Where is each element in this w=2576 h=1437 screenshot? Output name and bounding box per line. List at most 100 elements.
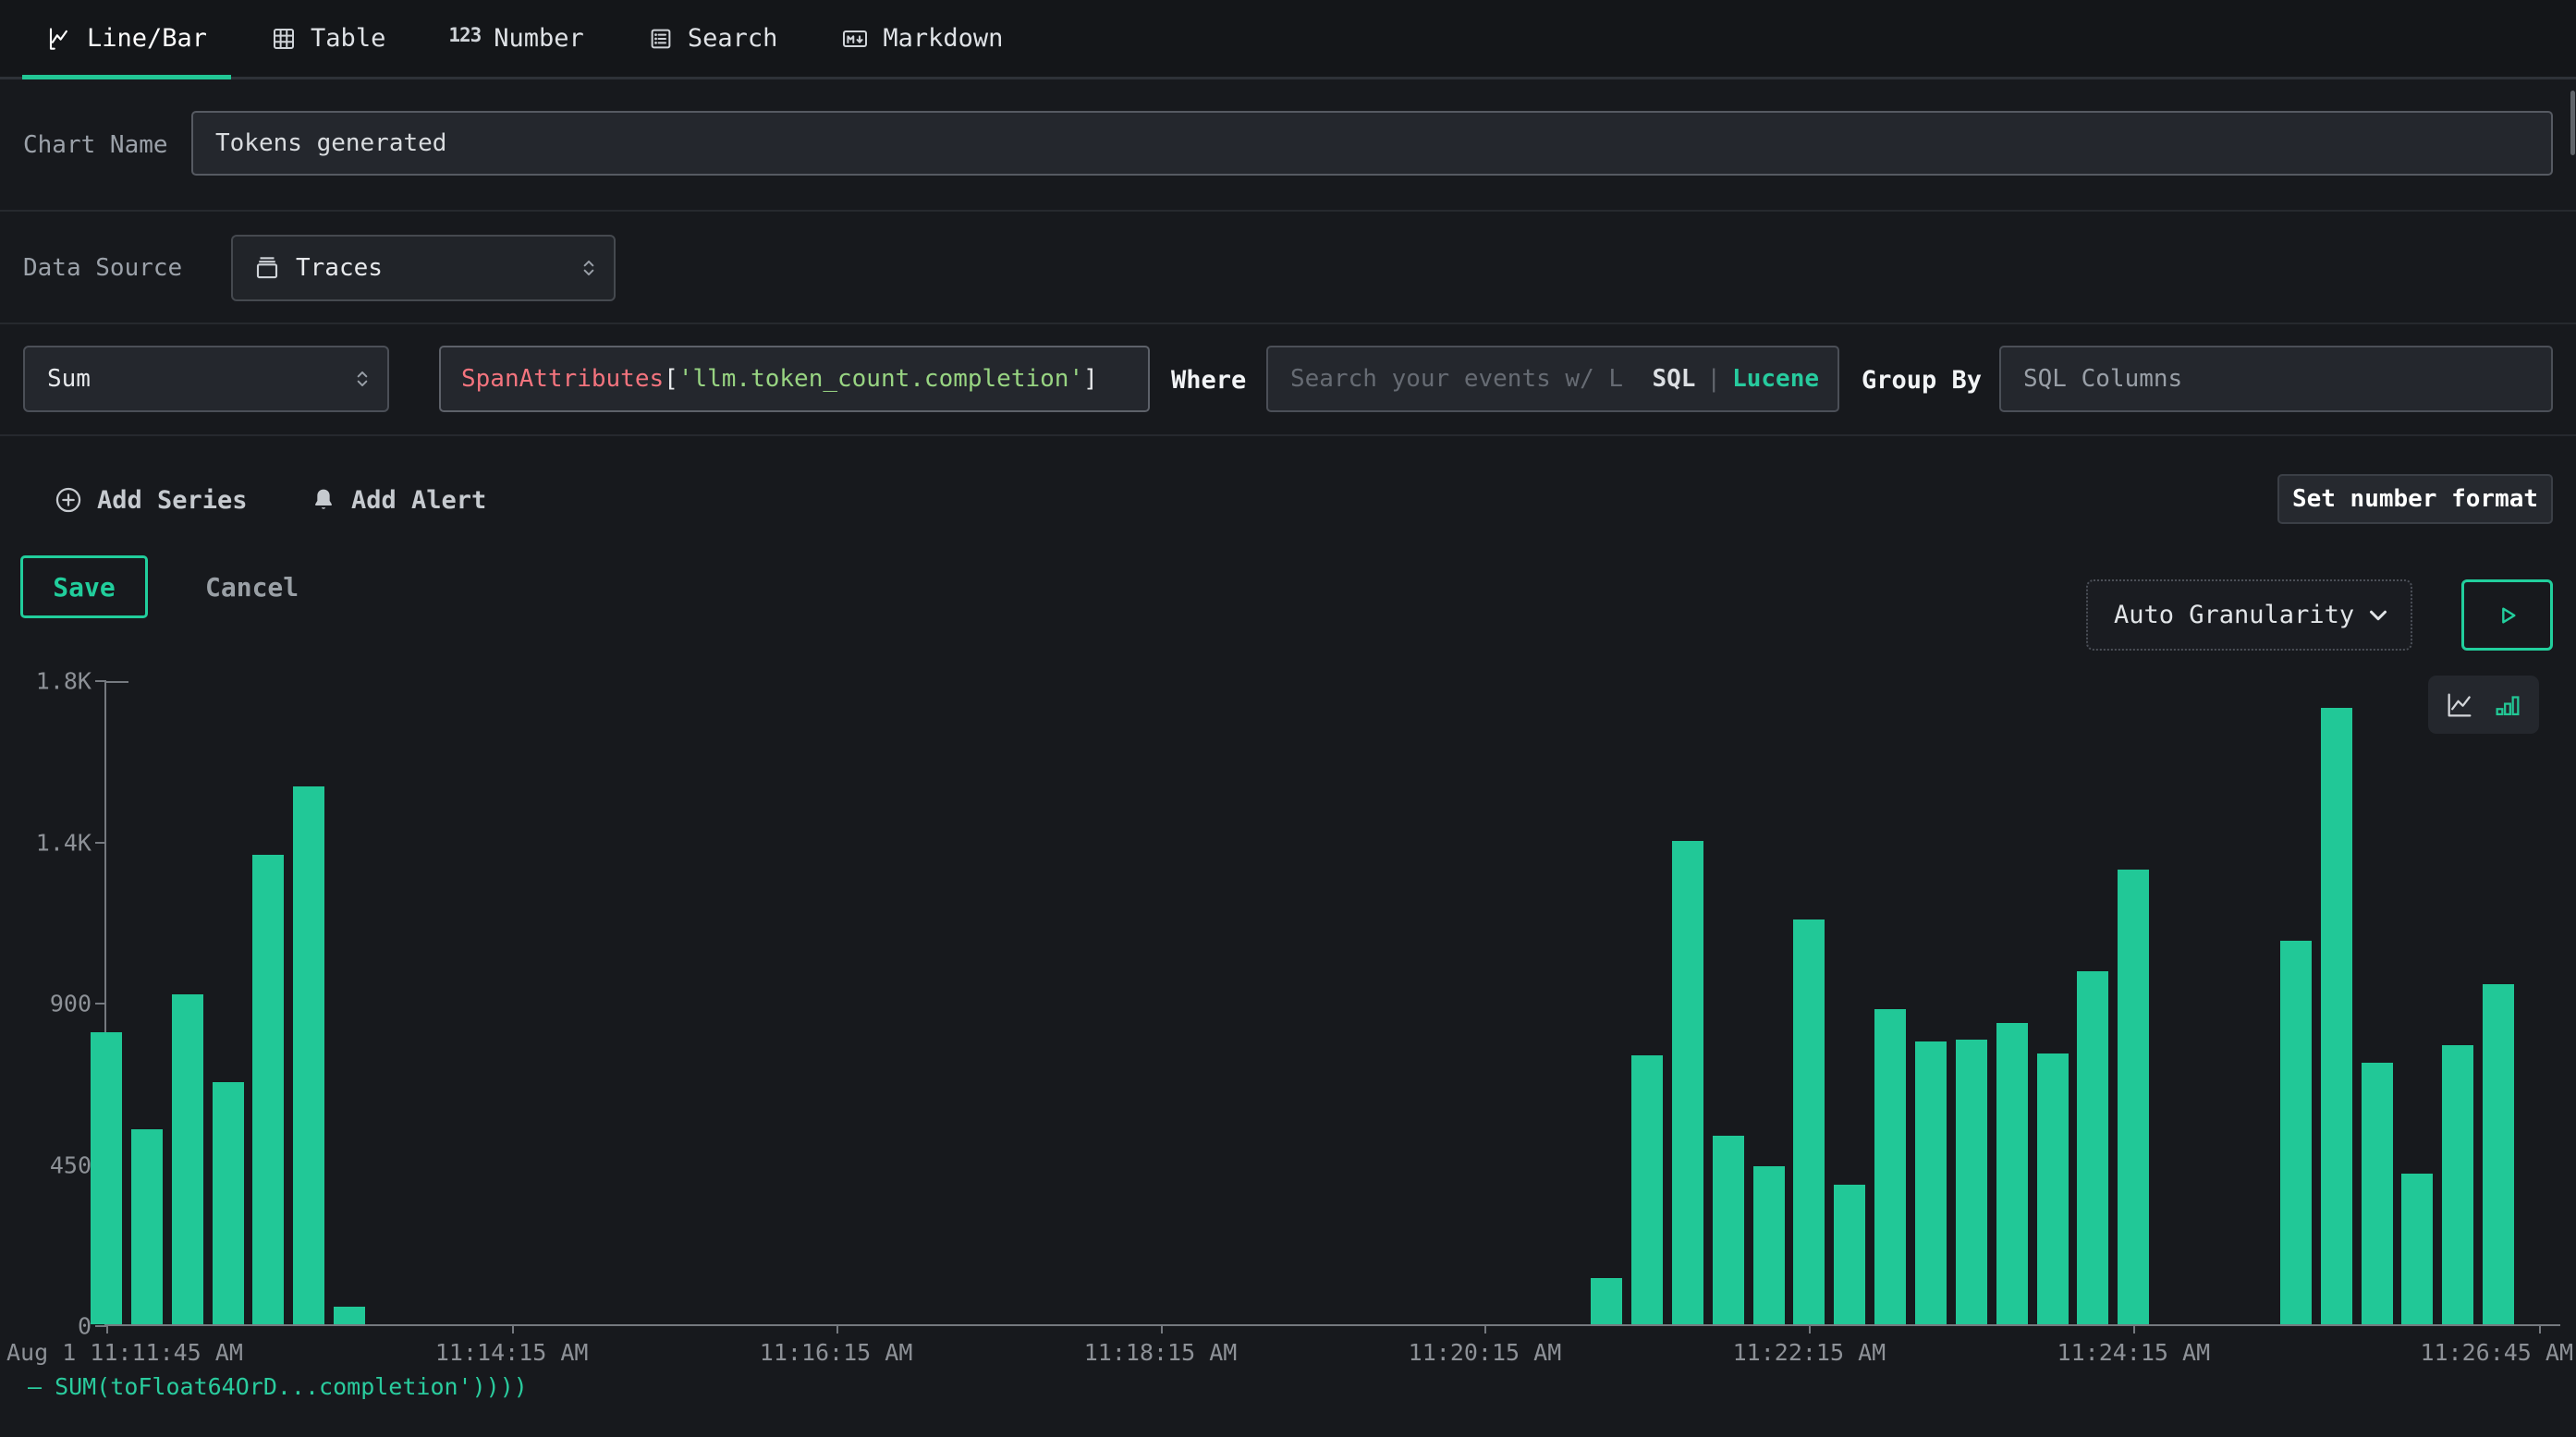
bar-11-22-45- [1874, 1009, 1906, 1324]
bar-11-26-00- [2401, 1174, 2433, 1324]
play-icon [2493, 601, 2522, 630]
granularity-value: Auto Granularity [2114, 601, 2354, 629]
x-axis-label: Aug 1 11:11:45 AM [6, 1339, 243, 1366]
tab-label: Number [494, 24, 584, 53]
bar-11-12-45- [252, 855, 284, 1324]
granularity-select[interactable]: Auto Granularity [2086, 579, 2412, 651]
sql-toggle[interactable]: SQL [1652, 365, 1695, 393]
tab-markdown[interactable]: Markdown [816, 0, 1027, 77]
y-axis-label: 450 [50, 1151, 92, 1178]
x-axis-label: 11:24:15 AM [2057, 1339, 2211, 1366]
tab-number[interactable]: 123Number [424, 0, 607, 77]
field-argument: 'llm.token_count.completion' [678, 365, 1083, 393]
bar-11-11-45- [91, 1032, 122, 1324]
y-axis-label: 1.4K [36, 829, 92, 856]
query-language-toggle: SQL | Lucene [1639, 349, 1836, 408]
x-axis-label: 11:18:15 AM [1084, 1339, 1238, 1366]
x-axis-tick [2539, 1324, 2541, 1333]
bar-11-21-45- [1713, 1136, 1744, 1324]
where-label: Where [1171, 366, 1246, 395]
run-query-button[interactable] [2461, 579, 2553, 651]
y-axis-tick [95, 1003, 106, 1005]
bar-chart-plot: 04509001.4K1.8KAug 1 11:11:45 AM11:14:15… [104, 681, 2560, 1326]
bar-11-13-15- [334, 1307, 365, 1324]
table-icon [270, 25, 298, 53]
bar-11-23-30- [1996, 1023, 2028, 1324]
bell-icon [309, 485, 338, 515]
y-axis-tick [95, 680, 106, 682]
y-axis-label: 0 [78, 1313, 92, 1340]
tab-label: Line/Bar [87, 24, 207, 53]
divider [0, 434, 2576, 436]
bar-11-23-00- [1915, 1041, 1947, 1324]
x-axis-label: 11:14:15 AM [435, 1339, 589, 1366]
chart-builder-page: Line/Bar Table 123Number Search Markdown Cha… [0, 0, 2576, 1437]
x-axis-tick [2133, 1324, 2135, 1333]
field-function: SpanAttributes [461, 365, 664, 393]
field-bracket-close: ] [1083, 365, 1098, 393]
tab-label: Search [688, 24, 778, 53]
tab-line-bar[interactable]: Line/Bar [22, 0, 231, 77]
data-source-label: Data Source [23, 254, 182, 282]
bar-11-22-30- [1834, 1185, 1865, 1324]
add-alert-label: Add Alert [351, 486, 486, 515]
cancel-button[interactable]: Cancel [205, 572, 299, 603]
x-axis-label: 11:16:15 AM [760, 1339, 913, 1366]
lucene-toggle[interactable]: Lucene [1732, 365, 1819, 393]
y-axis-top-tick [106, 681, 128, 683]
x-axis-tick [1161, 1324, 1163, 1333]
markdown-icon [840, 24, 870, 54]
bar-11-12-30- [213, 1082, 244, 1324]
x-axis-label: 11:20:15 AM [1409, 1339, 1562, 1366]
aggregation-operator-select[interactable]: Sum [23, 346, 389, 412]
tab-label: Table [311, 24, 385, 53]
chevron-updown-icon [577, 256, 601, 280]
bar-11-22-15- [1793, 919, 1825, 1324]
add-series-button[interactable]: Add Series [53, 474, 248, 526]
legend-series-label: SUM(toFloat64OrD...completion')))) [55, 1373, 528, 1400]
traces-box-icon [253, 254, 281, 282]
bar-11-24-15- [2118, 870, 2149, 1324]
tab-search[interactable]: Search [623, 0, 802, 77]
scrollbar-thumb[interactable] [2570, 91, 2575, 155]
add-series-label: Add Series [97, 486, 248, 515]
group-by-label: Group By [1862, 366, 1982, 395]
legend-dash-icon: — [28, 1373, 42, 1400]
x-axis-label: 11:26:45 AM [2420, 1339, 2573, 1366]
bar-11-13-00- [293, 786, 324, 1324]
chevron-down-icon [2364, 602, 2392, 629]
add-alert-button[interactable]: Add Alert [309, 474, 486, 526]
y-axis-tick [95, 1325, 106, 1327]
bar-11-24-00- [2077, 971, 2108, 1324]
chart-name-label: Chart Name [23, 131, 168, 159]
chart-name-input[interactable] [191, 111, 2553, 176]
save-button[interactable]: Save [20, 555, 148, 618]
bar-11-22-00- [1753, 1166, 1785, 1324]
divider [0, 210, 2576, 212]
y-axis-label: 900 [50, 991, 92, 1017]
field-bracket-open: [ [664, 365, 678, 393]
tab-label: Markdown [883, 24, 1003, 53]
bar-11-21-15- [1631, 1055, 1663, 1324]
bar-11-23-15- [1956, 1040, 1987, 1324]
aggregation-field-input[interactable]: SpanAttributes['llm.token_count.completi… [439, 346, 1150, 412]
y-axis-label: 1.8K [36, 668, 92, 695]
doc-list-icon [647, 25, 675, 53]
divider [0, 323, 2576, 324]
tab-bar: Line/Bar Table 123Number Search Markdown [0, 0, 2576, 79]
toggle-divider: | [1706, 365, 1721, 393]
bar-11-25-45- [2362, 1063, 2393, 1324]
where-search-container: SQL | Lucene [1266, 346, 1839, 412]
tab-table[interactable]: Table [246, 0, 409, 77]
bar-11-25-15- [2280, 941, 2312, 1324]
y-axis-tick [95, 842, 106, 844]
data-source-select[interactable]: Traces [231, 235, 616, 301]
group-by-input[interactable] [1999, 346, 2553, 412]
bar-11-21-30- [1672, 841, 1703, 1325]
set-number-format-button[interactable]: Set number format [2277, 474, 2553, 524]
bar-11-21-00- [1591, 1278, 1622, 1324]
bar-11-12-15- [172, 994, 203, 1324]
chart-legend[interactable]: — SUM(toFloat64OrD...completion')))) [28, 1373, 528, 1400]
x-axis-tick [512, 1324, 514, 1333]
bar-11-25-30- [2321, 708, 2352, 1324]
